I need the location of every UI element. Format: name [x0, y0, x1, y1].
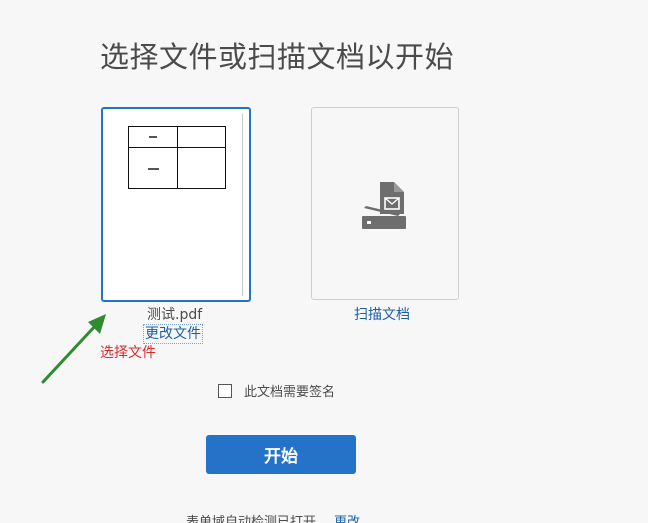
selected-file-tile[interactable] — [101, 107, 251, 302]
change-detection-link[interactable]: 更改 — [334, 515, 360, 523]
scan-document-link[interactable]: 扫描文档 — [354, 304, 410, 324]
requires-signature-row[interactable]: 此文档需要签名 — [218, 381, 335, 400]
page-title: 选择文件或扫描文档以开始 — [100, 40, 455, 74]
file-thumbnail — [107, 113, 240, 296]
form-detection-status: 表单域自动检测已打开 — [186, 515, 317, 523]
scanner-document-icon — [362, 182, 406, 229]
annotation-label: 选择文件 — [100, 345, 156, 361]
requires-signature-checkbox[interactable] — [218, 383, 232, 398]
requires-signature-label: 此文档需要签名 — [244, 385, 336, 400]
start-button[interactable]: 开始 — [206, 435, 356, 474]
form-detection-row: 表单域自动检测已打开 更改 — [186, 511, 360, 523]
change-file-link[interactable]: 更改文件 — [143, 324, 203, 344]
file-name: 测试.pdf — [147, 307, 203, 323]
page-edge — [242, 113, 243, 296]
page: 选择文件或扫描文档以开始 测试.pdf 更改文件 扫描文档 选择文件 此文档需要… — [0, 0, 648, 523]
thumbnail-table — [128, 126, 226, 189]
scan-document-tile[interactable] — [311, 107, 459, 300]
